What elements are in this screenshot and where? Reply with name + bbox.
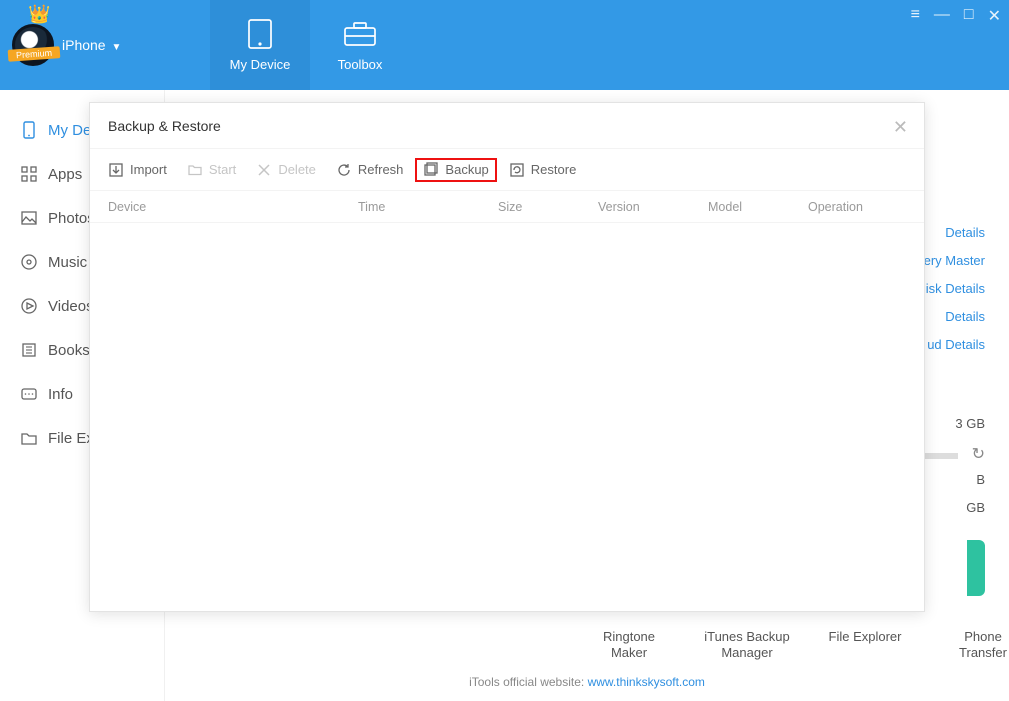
backup-icon (423, 162, 439, 178)
modal-toolbar: Import Start Delete Refresh Backup Resto… (90, 149, 924, 191)
info-icon (20, 385, 38, 403)
import-button[interactable]: Import (100, 158, 175, 182)
button-label: Import (130, 162, 167, 177)
maximize-button[interactable]: □ (964, 6, 974, 26)
sidebar-item-label: Apps (48, 166, 82, 183)
sidebar-item-label: Videos (48, 298, 94, 315)
main-tabs: My Device Toolbox (210, 0, 410, 90)
tab-label: My Device (230, 57, 291, 72)
tab-toolbox[interactable]: Toolbox (310, 0, 410, 90)
detail-links: Details ery Master isk Details Details u… (924, 225, 985, 365)
start-button[interactable]: Start (179, 158, 244, 182)
sidebar-item-label: My De (48, 122, 91, 139)
tab-my-device[interactable]: My Device (210, 0, 310, 90)
chevron-down-icon: ▼ (111, 42, 121, 53)
sidebar-item-label: File Ex (48, 430, 94, 447)
video-icon (20, 297, 38, 315)
folder-icon (20, 429, 38, 447)
modal-title: Backup & Restore (108, 118, 221, 134)
crown-icon: 👑 (28, 4, 50, 25)
sidebar-item-label: Music (48, 254, 87, 271)
device-icon (20, 121, 38, 139)
tool-phone-transfer[interactable]: Phone Transfer (939, 629, 1009, 662)
refresh-button[interactable]: Refresh (328, 158, 412, 182)
col-size: Size (498, 200, 598, 214)
window-controls: ≡ — □ ✕ (911, 6, 1001, 26)
apps-icon (20, 165, 38, 183)
logo-area: 👑 Premium iPhone ▼ (0, 0, 210, 90)
device-label: iPhone (62, 37, 106, 53)
col-time: Time (358, 200, 498, 214)
restore-icon (509, 162, 525, 178)
button-label: Start (209, 162, 236, 177)
green-action-button[interactable] (967, 540, 985, 596)
col-device: Device (108, 200, 358, 214)
detail-link[interactable]: ud Details (924, 337, 985, 365)
tool-shortcuts: Ringtone Maker iTunes Backup Manager Fil… (585, 629, 1009, 662)
table-header: Device Time Size Version Model Operation (90, 191, 924, 223)
refresh-icon (336, 162, 352, 178)
col-operation: Operation (808, 200, 888, 214)
book-icon (20, 341, 38, 359)
app-header: 👑 Premium iPhone ▼ My Device Toolbox ≡ —… (0, 0, 1009, 90)
sidebar-item-label: Books (48, 342, 90, 359)
toolbox-icon (341, 19, 379, 49)
minimize-button[interactable]: — (934, 6, 950, 26)
backup-restore-modal: Backup & Restore ✕ Import Start Delete R… (89, 102, 925, 612)
button-label: Restore (531, 162, 577, 177)
sidebar-item-label: Info (48, 386, 73, 403)
footer-link[interactable]: www.thinkskysoft.com (588, 675, 705, 689)
tool-ringtone-maker[interactable]: Ringtone Maker (585, 629, 673, 662)
footer: iTools official website: www.thinkskysof… (165, 675, 1009, 689)
footer-text: iTools official website: (469, 675, 588, 689)
restore-button[interactable]: Restore (501, 158, 585, 182)
col-model: Model (708, 200, 808, 214)
modal-close-button[interactable]: ✕ (893, 117, 908, 138)
refresh-icon[interactable]: ↻ (972, 444, 985, 464)
button-label: Delete (278, 162, 316, 177)
col-version: Version (598, 200, 708, 214)
detail-link[interactable]: Details (924, 225, 985, 253)
button-label: Refresh (358, 162, 404, 177)
delete-button[interactable]: Delete (248, 158, 324, 182)
menu-button[interactable]: ≡ (911, 6, 920, 26)
backup-button[interactable]: Backup (415, 158, 496, 182)
photo-icon (20, 209, 38, 227)
tablet-icon (241, 19, 279, 49)
folder-icon (187, 162, 203, 178)
detail-link[interactable]: ery Master (924, 253, 985, 281)
import-icon (108, 162, 124, 178)
tool-itunes-backup[interactable]: iTunes Backup Manager (703, 629, 791, 662)
tab-label: Toolbox (338, 57, 383, 72)
delete-icon (256, 162, 272, 178)
music-icon (20, 253, 38, 271)
detail-link[interactable]: Details (924, 309, 985, 337)
sidebar-item-label: Photos (48, 210, 95, 227)
detail-link[interactable]: isk Details (924, 281, 985, 309)
button-label: Backup (445, 162, 488, 177)
modal-header: Backup & Restore ✕ (90, 103, 924, 149)
close-button[interactable]: ✕ (988, 6, 1001, 26)
premium-badge: Premium (8, 46, 61, 62)
device-selector[interactable]: iPhone ▼ (62, 37, 121, 53)
tool-file-explorer[interactable]: File Explorer (821, 629, 909, 662)
